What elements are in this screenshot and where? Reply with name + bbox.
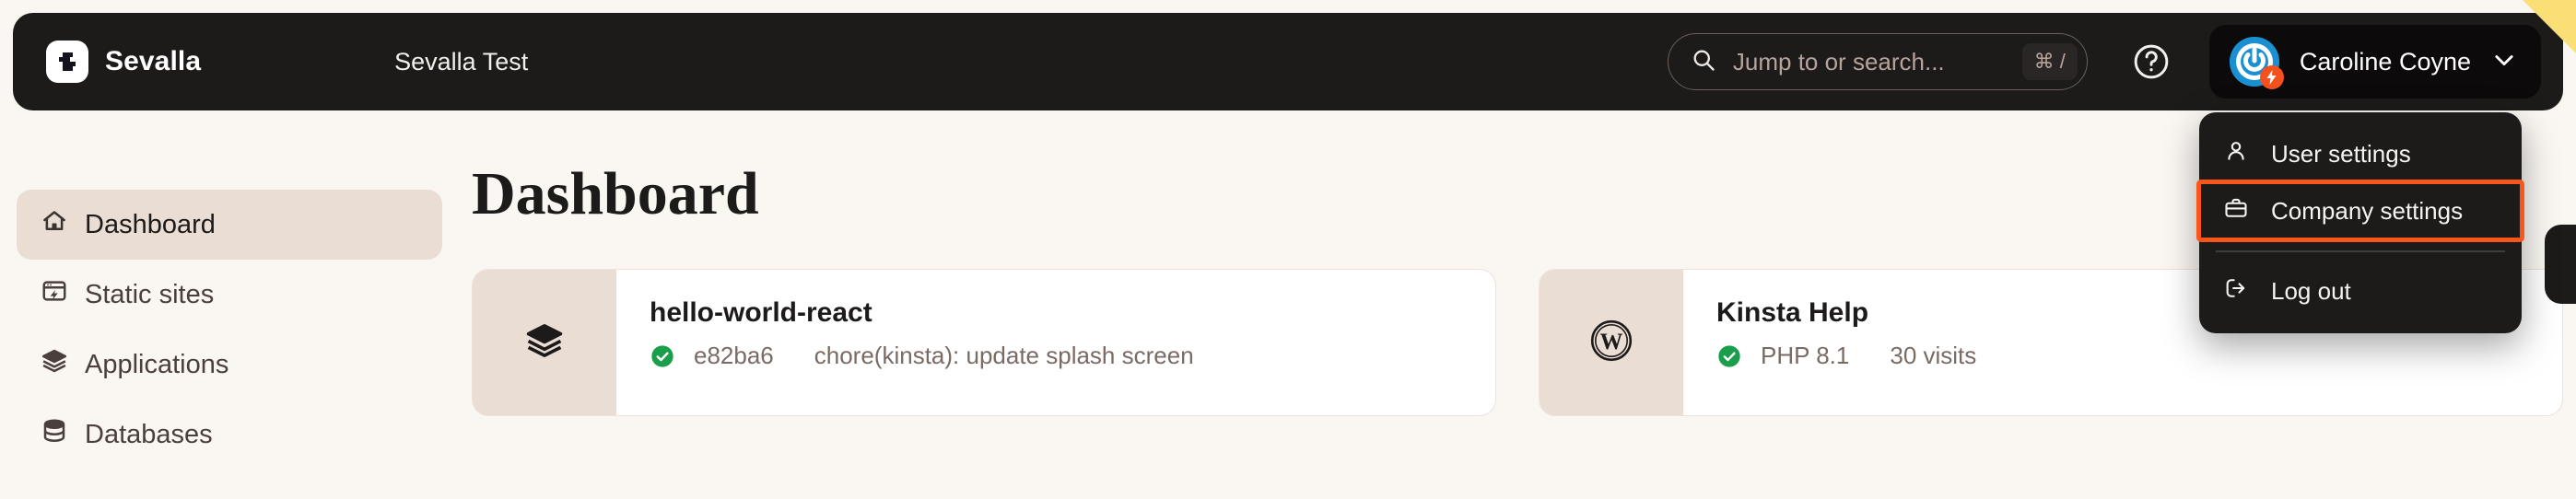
- layers-icon: [41, 347, 68, 382]
- menu-item-user-settings[interactable]: User settings: [2199, 125, 2522, 182]
- sevalla-logo-icon: [46, 41, 88, 83]
- database-icon: [41, 417, 68, 452]
- question-mark-circle-icon[interactable]: [2119, 29, 2184, 94]
- top-navigation-bar: Sevalla Sevalla Test Jump to or search..…: [13, 13, 2563, 110]
- svg-text:W: W: [1600, 330, 1623, 354]
- search-shortcut-badge: ⌘ /: [2021, 43, 2078, 80]
- layers-icon: [524, 320, 565, 366]
- search-icon: [1691, 47, 1716, 77]
- account-menu-button[interactable]: Caroline Coyne: [2208, 25, 2541, 99]
- sidebar-item-static-sites[interactable]: Static sites: [17, 260, 442, 330]
- menu-divider: [2216, 250, 2505, 252]
- card-php-version: PHP 8.1: [1761, 342, 1850, 369]
- card-visits: 30 visits: [1890, 342, 1977, 369]
- sidebar-item-label: Databases: [85, 419, 213, 449]
- logout-icon: [2223, 275, 2249, 308]
- menu-item-label: Company settings: [2271, 196, 2464, 225]
- sidebar-item-label: Dashboard: [85, 209, 216, 239]
- sidebar-item-label: Applications: [85, 349, 229, 379]
- menu-item-log-out[interactable]: Log out: [2199, 263, 2522, 320]
- menu-item-company-settings[interactable]: Company settings: [2196, 180, 2524, 242]
- sidebar-item-databases[interactable]: Databases: [17, 400, 442, 470]
- sidebar-item-dashboard[interactable]: Dashboard: [17, 190, 442, 260]
- sidebar-navigation: Dashboard Static sites Applications Data…: [0, 123, 461, 499]
- topbar-right-group: Jump to or search... ⌘ / Caroline Coyne: [1667, 25, 2541, 99]
- check-circle-icon: [650, 343, 675, 369]
- wordpress-icon: W: [1589, 319, 1633, 367]
- brand-home-link[interactable]: Sevalla: [46, 41, 201, 83]
- check-circle-icon: [1716, 343, 1742, 369]
- sidebar-item-applications[interactable]: Applications: [17, 330, 442, 400]
- card-meta-row: e82ba6 chore(kinsta): update splash scre…: [650, 342, 1495, 370]
- corner-accent-triangle: [2523, 0, 2576, 53]
- card-thumbnail: W: [1540, 270, 1683, 415]
- brand-name-label: Sevalla: [105, 46, 202, 76]
- card-thumbnail: [473, 270, 616, 415]
- search-placeholder-text: Jump to or search...: [1732, 47, 1945, 75]
- search-input[interactable]: Jump to or search... ⌘ /: [1667, 33, 2088, 90]
- menu-item-label: Log out: [2271, 277, 2351, 305]
- card-meta-row: PHP 8.1 30 visits: [1716, 342, 2562, 370]
- menu-item-label: User settings: [2271, 139, 2411, 168]
- user-icon: [2223, 138, 2249, 170]
- side-panel-tab[interactable]: [2545, 225, 2576, 304]
- avatar: [2229, 37, 2284, 89]
- chevron-down-icon[interactable]: [2491, 47, 2517, 77]
- card-commit-hash: e82ba6: [694, 342, 774, 369]
- sidebar-item-label: Static sites: [85, 279, 215, 309]
- app-card[interactable]: hello-world-react e82ba6 chore(kinsta): …: [472, 269, 1496, 416]
- browser-lightning-icon: [41, 277, 68, 312]
- card-title: hello-world-react: [650, 297, 872, 328]
- account-dropdown-menu: User settings Company settings Log out: [2196, 112, 2524, 333]
- briefcase-icon: [2223, 195, 2249, 227]
- card-body: hello-world-react e82ba6 chore(kinsta): …: [616, 270, 1495, 415]
- breadcrumb[interactable]: Sevalla Test: [394, 48, 528, 76]
- home-icon: [41, 207, 68, 242]
- card-commit-message: chore(kinsta): update splash screen: [814, 342, 1194, 369]
- account-name-label: Caroline Coyne: [2299, 47, 2471, 75]
- lightning-bolt-icon: [2259, 65, 2284, 89]
